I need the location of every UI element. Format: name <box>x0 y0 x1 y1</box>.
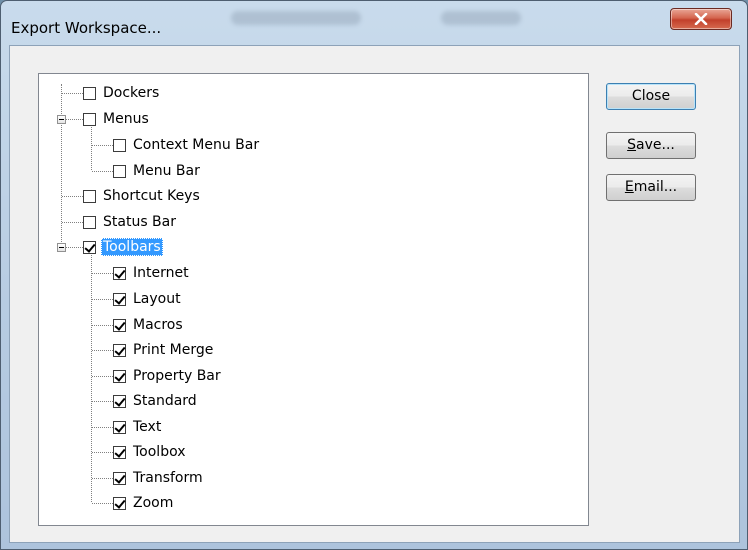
tree-line <box>92 478 113 479</box>
tree-node-context-menu-bar[interactable]: Context Menu Bar <box>113 136 261 154</box>
tree-node-label-selected: Toolbars <box>101 238 163 256</box>
tree-node-zoom[interactable]: Zoom <box>113 494 175 512</box>
tree-line <box>91 124 92 170</box>
title-bar[interactable]: Export Workspace... <box>1 1 747 45</box>
dockers-checkbox[interactable] <box>83 86 96 100</box>
tree-node-label: Macros <box>133 317 183 333</box>
tree-node-label: Status Bar <box>103 214 177 230</box>
tree-node-label: Context Menu Bar <box>133 137 260 153</box>
tree-node-macros[interactable]: Macros <box>113 316 185 334</box>
tree-node-menu-bar[interactable]: Menu Bar <box>113 162 202 180</box>
tree-line <box>91 252 92 502</box>
tree-node-dockers[interactable]: Dockers <box>83 84 161 102</box>
tree-line <box>62 196 83 197</box>
blurred-background-text <box>231 11 361 25</box>
tree-node-toolbox[interactable]: Toolbox <box>113 443 188 461</box>
tree-node-label: Toolbox <box>133 444 186 460</box>
menus-checkbox[interactable] <box>83 112 96 126</box>
email-mnemonic: E <box>624 179 634 195</box>
workspace-tree-view[interactable]: Dockers Menus Context Menu Bar Menu Bar … <box>38 73 589 526</box>
print-merge-checkbox[interactable] <box>113 343 126 357</box>
tree-node-label: Standard <box>133 393 197 409</box>
close-button[interactable]: Close <box>606 83 696 110</box>
save-button-label: ave... <box>636 137 675 153</box>
tree-node-label: Menu Bar <box>133 163 200 179</box>
tree-line <box>92 171 113 172</box>
tree-line <box>92 376 113 377</box>
tree-node-label: Zoom <box>133 495 174 511</box>
tree-node-property-bar[interactable]: Property Bar <box>113 367 223 385</box>
tree-line <box>92 145 113 146</box>
tree-line <box>92 350 113 351</box>
tree-node-internet[interactable]: Internet <box>113 264 191 282</box>
tree-line <box>92 273 113 274</box>
toolbars-collapse-icon[interactable] <box>57 243 66 252</box>
tree-line <box>92 299 113 300</box>
email-button[interactable]: Email... <box>606 174 696 201</box>
zoom-checkbox[interactable] <box>113 496 126 510</box>
tree-line <box>92 503 113 504</box>
toolbars-checkbox[interactable] <box>83 240 96 254</box>
tree-line <box>92 401 113 402</box>
dialog-window: Export Workspace... Dockers Menus Contex… <box>0 0 748 550</box>
tree-node-label: Transform <box>133 470 203 486</box>
text-checkbox[interactable] <box>113 420 126 434</box>
menus-collapse-icon[interactable] <box>57 115 66 124</box>
menu-bar-checkbox[interactable] <box>113 164 126 178</box>
tree-node-label: Shortcut Keys <box>103 188 200 204</box>
tree-node-text[interactable]: Text <box>113 418 163 436</box>
tree-node-label: Print Merge <box>133 342 214 358</box>
tree-line <box>66 247 83 248</box>
internet-checkbox[interactable] <box>113 266 126 280</box>
tree-line <box>92 325 113 326</box>
tree-node-transform[interactable]: Transform <box>113 469 205 487</box>
dialog-client-area: Dockers Menus Context Menu Bar Menu Bar … <box>9 45 740 543</box>
tree-line <box>92 427 113 428</box>
toolbox-checkbox[interactable] <box>113 445 126 459</box>
tree-node-label: Internet <box>133 265 189 281</box>
tree-node-label: Property Bar <box>133 368 221 384</box>
email-button-label: mail... <box>633 179 678 195</box>
macros-checkbox[interactable] <box>113 318 126 332</box>
tree-node-menus[interactable]: Menus <box>83 110 151 128</box>
window-title: Export Workspace... <box>11 19 162 37</box>
tree-node-label: Menus <box>103 111 149 127</box>
layout-checkbox[interactable] <box>113 292 126 306</box>
tree-node-toolbars[interactable]: Toolbars <box>83 238 163 256</box>
context-menu-bar-checkbox[interactable] <box>113 138 126 152</box>
tree-node-status-bar[interactable]: Status Bar <box>83 213 178 231</box>
property-bar-checkbox[interactable] <box>113 369 126 383</box>
save-button[interactable]: Save... <box>606 132 696 159</box>
tree-node-print-merge[interactable]: Print Merge <box>113 341 215 359</box>
tree-node-shortcut-keys[interactable]: Shortcut Keys <box>83 187 202 205</box>
close-button-label: Close <box>631 88 671 104</box>
close-x-icon <box>694 13 708 25</box>
close-window-button[interactable] <box>670 8 732 30</box>
tree-line <box>66 119 83 120</box>
transform-checkbox[interactable] <box>113 471 126 485</box>
tree-node-layout[interactable]: Layout <box>113 290 183 308</box>
status-bar-checkbox[interactable] <box>83 215 96 229</box>
tree-line <box>92 452 113 453</box>
shortcut-keys-checkbox[interactable] <box>83 189 96 203</box>
tree-node-label: Text <box>133 419 162 435</box>
save-mnemonic: S <box>627 137 637 153</box>
tree-line <box>62 93 83 94</box>
tree-node-standard[interactable]: Standard <box>113 392 199 410</box>
tree-node-label: Layout <box>133 291 181 307</box>
tree-line <box>62 222 83 223</box>
blurred-background-text <box>441 11 521 25</box>
tree-node-label: Dockers <box>103 85 160 101</box>
standard-checkbox[interactable] <box>113 394 126 408</box>
tree-line <box>61 84 62 250</box>
